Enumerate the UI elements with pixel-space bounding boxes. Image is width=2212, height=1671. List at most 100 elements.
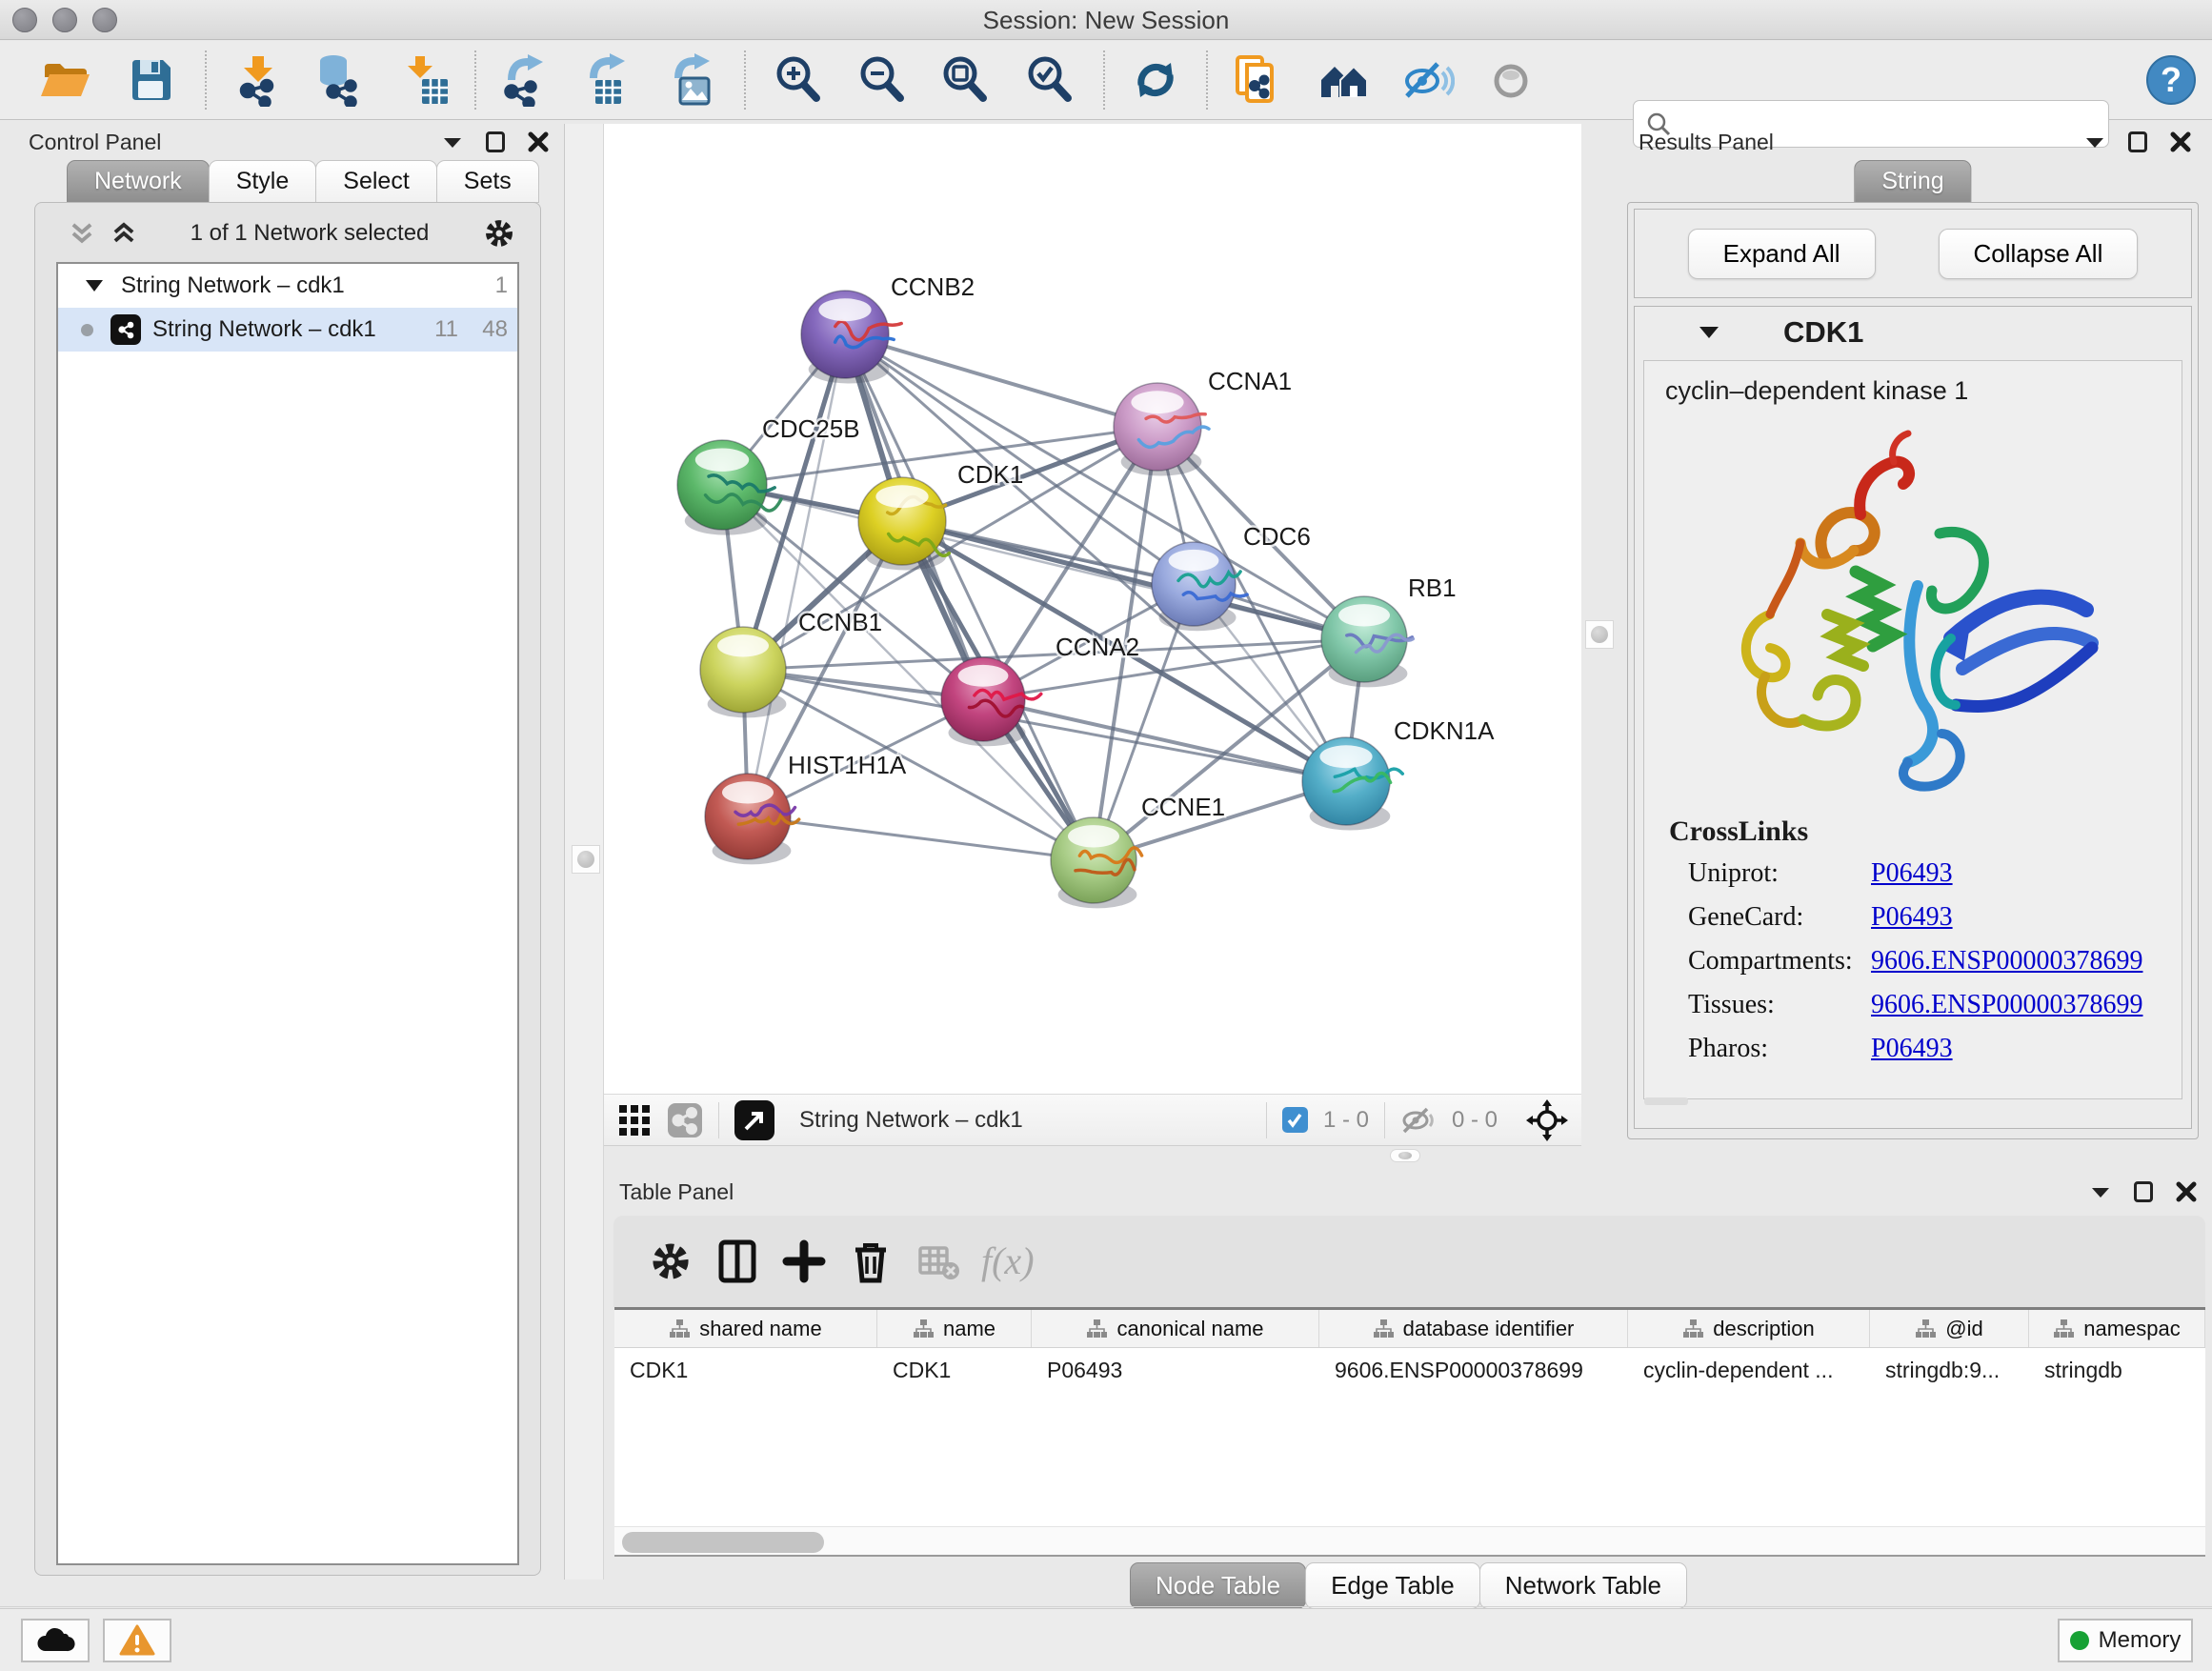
network-list-item-collection[interactable]: String Network – cdk11 xyxy=(58,264,517,308)
export-table-icon[interactable] xyxy=(580,53,633,107)
open-session-icon[interactable] xyxy=(38,53,91,107)
panel-menu-icon[interactable] xyxy=(442,135,463,149)
right-splitter-handle[interactable] xyxy=(1585,620,1614,649)
selected-nodes-checkbox[interactable] xyxy=(1282,1107,1308,1133)
column-header-database-identifier[interactable]: database identifier xyxy=(1319,1310,1628,1347)
network-options-gear-icon[interactable] xyxy=(483,217,515,250)
delete-table-icon[interactable] xyxy=(915,1238,960,1284)
network-node-cdc6[interactable] xyxy=(1152,542,1247,631)
delete-column-trash-icon[interactable] xyxy=(848,1238,894,1284)
table-settings-gear-icon[interactable] xyxy=(648,1238,694,1284)
warning-status-button[interactable] xyxy=(103,1619,171,1662)
zoom-in-icon[interactable] xyxy=(772,53,825,107)
network-share-icon[interactable] xyxy=(667,1102,703,1138)
zoom-selected-icon[interactable] xyxy=(1023,53,1076,107)
left-splitter-handle[interactable] xyxy=(572,845,600,874)
export-image-icon[interactable] xyxy=(663,53,716,107)
network-node-hist1h1a[interactable] xyxy=(705,774,799,864)
panel-menu-icon[interactable] xyxy=(2084,135,2105,149)
import-network-database-icon[interactable] xyxy=(311,53,364,107)
column-header-shared-name[interactable]: shared name xyxy=(614,1310,877,1347)
show-columns-icon[interactable] xyxy=(714,1238,760,1284)
panel-float-icon[interactable] xyxy=(2128,131,2147,152)
network-node-ccna2[interactable] xyxy=(941,657,1041,746)
network-node-cdkn1a[interactable] xyxy=(1302,737,1402,831)
home-networks-icon[interactable] xyxy=(1317,53,1371,107)
window-close-light[interactable] xyxy=(12,8,37,32)
table-cell-shared-name[interactable]: CDK1 xyxy=(614,1358,877,1383)
eye-icon[interactable] xyxy=(1484,53,1538,107)
memory-button[interactable]: Memory xyxy=(2058,1619,2193,1662)
network-edge[interactable] xyxy=(748,816,1094,860)
tab-style[interactable]: Style xyxy=(209,160,317,203)
crosslink-value-link[interactable]: P06493 xyxy=(1871,858,1953,889)
table-cell-name[interactable]: CDK1 xyxy=(877,1358,1032,1383)
cloud-status-button[interactable] xyxy=(21,1619,90,1662)
detach-view-icon[interactable] xyxy=(734,1100,774,1140)
create-column-icon[interactable] xyxy=(781,1238,827,1284)
save-session-icon[interactable] xyxy=(124,53,177,107)
tab-node-table[interactable]: Node Table xyxy=(1130,1562,1306,1609)
tab-select[interactable]: Select xyxy=(315,160,436,203)
export-network-icon[interactable] xyxy=(496,53,550,107)
network-edge[interactable] xyxy=(845,334,1094,860)
window-minimize-light[interactable] xyxy=(52,8,77,32)
table-cell-namespac[interactable]: stringdb xyxy=(2029,1358,2205,1383)
table-h-scrollbar[interactable] xyxy=(614,1526,2205,1557)
network-node-ccna1[interactable] xyxy=(1114,383,1209,476)
bottom-splitter-handle[interactable] xyxy=(1390,1149,1420,1162)
import-network-file-icon[interactable] xyxy=(231,53,285,107)
table-cell-description[interactable]: cyclin-dependent ... xyxy=(1628,1358,1870,1383)
zoom-fit-icon[interactable] xyxy=(938,53,992,107)
collapse-all-button[interactable]: Collapse All xyxy=(1939,229,2139,279)
column-header-namespac[interactable]: namespac xyxy=(2029,1310,2205,1347)
panel-float-icon[interactable] xyxy=(2134,1181,2153,1202)
column-header-description[interactable]: description xyxy=(1628,1310,1870,1347)
function-builder-icon[interactable]: f(x) xyxy=(981,1238,1035,1283)
network-list-item-network[interactable]: String Network – cdk11148 xyxy=(58,308,517,352)
column-header-name[interactable]: name xyxy=(877,1310,1032,1347)
network-node-ccnb1[interactable] xyxy=(700,627,786,717)
column-header-id[interactable]: @id xyxy=(1870,1310,2029,1347)
network-node-rb1[interactable] xyxy=(1321,596,1413,687)
column-header-canonical-name[interactable]: canonical name xyxy=(1032,1310,1319,1347)
import-table-icon[interactable] xyxy=(398,53,452,107)
crosslink-value-link[interactable]: P06493 xyxy=(1871,1034,1953,1064)
zoom-out-icon[interactable] xyxy=(855,53,909,107)
network-canvas[interactable]: CCNB2CCNA1CDC25BCDK1CDC6RB1CCNB1CCNA2CDK… xyxy=(604,124,1581,1094)
tab-sets[interactable]: Sets xyxy=(436,160,539,203)
clipboard-network-icon[interactable] xyxy=(1230,53,1283,107)
tab-network-table[interactable]: Network Table xyxy=(1479,1562,1687,1609)
tab-edge-table[interactable]: Edge Table xyxy=(1305,1562,1480,1609)
grid-view-icon[interactable] xyxy=(617,1103,652,1137)
collapse-entry-icon[interactable] xyxy=(1698,325,1720,340)
hide-graphics-icon[interactable] xyxy=(1401,53,1455,107)
network-node-cdk1[interactable] xyxy=(858,477,949,571)
network-node-cdc25b[interactable] xyxy=(677,440,781,535)
crosslink-value-link[interactable]: 9606.ENSP00000378699 xyxy=(1871,990,2142,1020)
expand-all-button[interactable]: Expand All xyxy=(1688,229,1876,279)
panel-close-icon[interactable] xyxy=(2170,131,2191,152)
disclosure-triangle-icon[interactable] xyxy=(85,279,104,292)
table-cell-canonical-name[interactable]: P06493 xyxy=(1032,1358,1319,1383)
expand-all-icon[interactable] xyxy=(111,221,136,246)
window-zoom-light[interactable] xyxy=(92,8,117,32)
entry-scrollbar-thumb[interactable] xyxy=(1644,1097,1688,1105)
network-edge[interactable] xyxy=(845,334,1157,427)
panel-float-icon[interactable] xyxy=(486,131,505,152)
table-row[interactable]: CDK1CDK1P064939606.ENSP00000378699cyclin… xyxy=(614,1348,2205,1392)
help-icon[interactable]: ? xyxy=(2144,53,2198,107)
crosslink-value-link[interactable]: P06493 xyxy=(1871,902,1953,933)
network-node-ccnb2[interactable] xyxy=(801,291,901,384)
birdseye-view-icon[interactable] xyxy=(1526,1099,1568,1141)
refresh-icon[interactable] xyxy=(1129,53,1182,107)
crosslink-value-link[interactable]: 9606.ENSP00000378699 xyxy=(1871,946,2142,976)
tab-string[interactable]: String xyxy=(1854,160,1971,203)
panel-close-icon[interactable] xyxy=(2176,1181,2197,1202)
tab-network[interactable]: Network xyxy=(67,160,210,203)
node-entry-header[interactable]: CDK1 xyxy=(1635,307,2191,358)
table-cell-id[interactable]: stringdb:9... xyxy=(1870,1358,2029,1383)
collapse-all-icon[interactable] xyxy=(70,221,94,246)
table-h-scrollbar-thumb[interactable] xyxy=(622,1532,824,1553)
hidden-items-eye-icon[interactable] xyxy=(1400,1106,1437,1135)
